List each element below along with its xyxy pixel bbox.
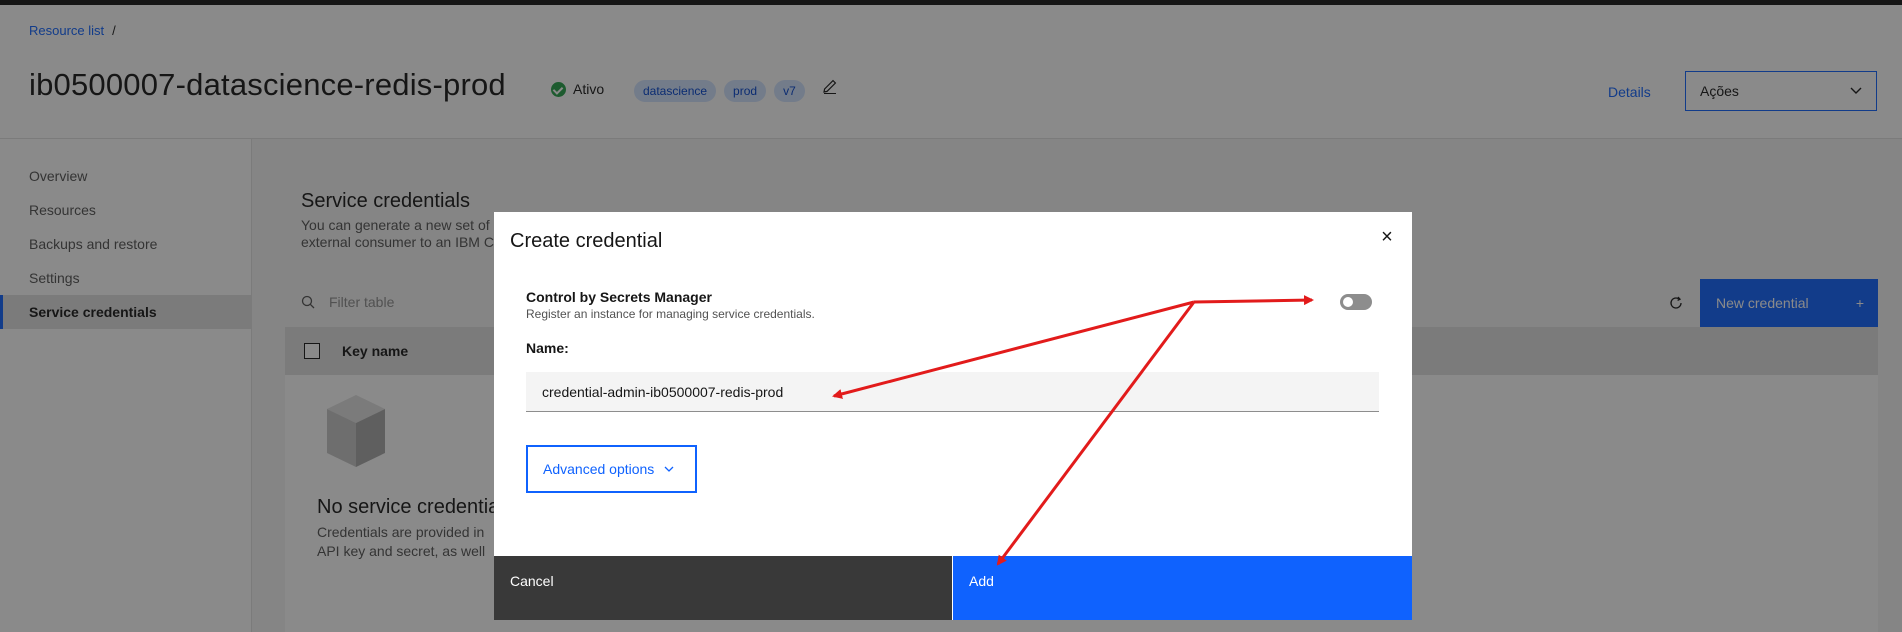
secrets-manager-toggle[interactable]	[1340, 294, 1372, 310]
create-credential-modal: Create credential × Control by Secrets M…	[494, 212, 1412, 620]
advanced-options-button[interactable]: Advanced options	[526, 445, 697, 493]
modal-footer: Cancel Add	[494, 556, 1412, 620]
secrets-manager-help: Register an instance for managing servic…	[526, 307, 815, 321]
name-label: Name:	[526, 340, 569, 356]
close-icon[interactable]: ×	[1374, 224, 1400, 250]
add-button[interactable]: Add	[953, 556, 1412, 620]
name-input[interactable]	[526, 372, 1379, 412]
cancel-button[interactable]: Cancel	[494, 556, 953, 620]
advanced-options-label: Advanced options	[543, 461, 655, 477]
secrets-manager-label: Control by Secrets Manager	[526, 289, 712, 305]
modal-title: Create credential	[510, 230, 663, 252]
chevron-down-icon	[664, 466, 674, 472]
